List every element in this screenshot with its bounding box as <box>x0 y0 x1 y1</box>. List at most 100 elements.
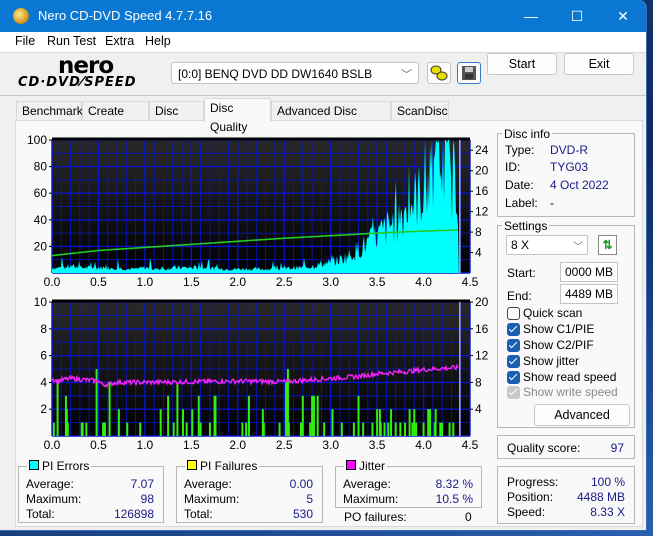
po-failures-value: 0 <box>465 510 472 524</box>
tab-scandisc[interactable]: ScanDisc <box>391 101 449 121</box>
x-tick-label: 0.0 <box>44 275 61 289</box>
nero-logo: nero <box>58 53 114 79</box>
exit-button[interactable]: Exit <box>564 53 634 75</box>
pi-failure-bar <box>309 422 312 436</box>
end-label: End: <box>507 289 532 303</box>
pi-failure-bar <box>167 395 170 436</box>
tab-create-disc[interactable]: Create Disc <box>82 101 149 137</box>
pi-failure-bar <box>452 422 455 436</box>
pi-failure-bar <box>285 382 288 436</box>
pi-failure-bar <box>241 422 244 436</box>
pi-failures-maximum: 5 <box>306 492 313 506</box>
x-tick-label: 2.5 <box>276 438 293 452</box>
pi-failure-bar <box>85 422 88 436</box>
disc-id-label: ID: <box>505 160 521 174</box>
show-read-speed-checkbox[interactable] <box>507 371 520 384</box>
pi-failure-bar <box>301 395 304 436</box>
menu-file[interactable]: File <box>15 34 35 48</box>
show-c2-pif-checkbox[interactable] <box>507 339 520 352</box>
disc-info-group: Disc info Type: DVD-R ID: TYG03 Date: 4 … <box>497 127 635 217</box>
quality-score-group: Quality score: 97 <box>497 435 635 459</box>
refresh-button[interactable]: ⇅ <box>598 235 617 255</box>
show-write-speed-label: Show write speed <box>523 385 618 399</box>
show-c1-pie-checkbox[interactable] <box>507 323 520 336</box>
tab-disc-quality[interactable]: Disc Quality <box>204 98 271 134</box>
maximize-button[interactable]: ☐ <box>554 0 600 32</box>
pi-errors-chart: 0.0 0.5 1.0 1.5 2.0 2.5 3.0 3.5 4.0 4.5 100 80 60 40 2… <box>27 133 489 289</box>
progress-label: Progress: <box>507 475 559 489</box>
x-tick-label: 1.0 <box>137 275 154 289</box>
jitter-maximum-label: Maximum: <box>343 492 399 506</box>
jitter-group: Jitter Average: 8.32 % Maximum: 10.5 % <box>335 459 482 508</box>
pi-failure-bar <box>415 422 418 436</box>
y-left-tick-label: 2 <box>40 402 47 416</box>
settings-title: Settings <box>502 219 550 233</box>
pi-errors-average-label: Average: <box>26 477 74 491</box>
position-value: 4488 MB <box>576 490 625 504</box>
show-c1-pie-label: Show C1/PIE <box>523 322 595 336</box>
save-button[interactable] <box>457 62 481 84</box>
x-tick-label: 4.0 <box>415 438 432 452</box>
y-right-tick-label: 4 <box>475 402 482 416</box>
pi-failure-bar <box>357 395 360 436</box>
jitter-color-swatch <box>346 460 356 470</box>
drive-info-button[interactable] <box>427 62 451 84</box>
end-field[interactable] <box>560 284 618 304</box>
menu-extra[interactable]: Extra <box>105 34 134 48</box>
tab-benchmark[interactable]: Benchmark <box>16 101 83 121</box>
pi-failure-bar <box>262 422 265 436</box>
pi-failure-bar <box>408 409 411 436</box>
speed-select-value: 8 X <box>511 238 530 252</box>
pi-failure-bar <box>422 422 425 436</box>
disc-info-title: Disc info <box>502 127 553 141</box>
pi-failure-bar <box>126 422 129 436</box>
pi-failure-bar <box>429 409 432 436</box>
x-tick-label: 4.5 <box>462 438 479 452</box>
pi-failure-bar <box>439 422 442 436</box>
menu-run-test[interactable]: Run Test <box>47 34 96 48</box>
x-tick-label: 3.0 <box>322 275 339 289</box>
speed-select[interactable]: 8 X ﹀ <box>506 235 588 255</box>
pi-failures-total: 530 <box>292 507 313 521</box>
tab-advanced-disc-quality[interactable]: Advanced Disc Quality <box>271 101 391 137</box>
pi-failure-bar <box>181 409 184 436</box>
menu-help[interactable]: Help <box>145 34 171 48</box>
plot-background <box>52 300 470 436</box>
settings-group: Settings 8 X ﹀ ⇅ Start: End: Quick scan … <box>497 219 635 428</box>
x-tick-label: 0.5 <box>90 438 107 452</box>
y-right-tick-label: 12 <box>475 349 489 363</box>
x-tick-label: 2.5 <box>276 275 293 289</box>
speed-value: 8.33 X <box>590 505 625 519</box>
po-failures-label: PO failures: <box>344 510 407 524</box>
pi-failure-bar <box>387 422 390 436</box>
quick-scan-checkbox[interactable] <box>507 307 520 320</box>
y-right-tick-label: 16 <box>475 184 489 198</box>
show-jitter-checkbox[interactable] <box>507 355 520 368</box>
x-tick-label: 1.5 <box>183 438 200 452</box>
start-button[interactable]: Start <box>487 53 557 75</box>
pi-failure-bar <box>191 409 194 436</box>
y-right-tick-label: 20 <box>475 164 489 178</box>
pi-errors-title: PI Errors <box>42 459 90 473</box>
start-field[interactable] <box>560 262 618 282</box>
pi-failure-bar <box>208 422 211 436</box>
y-left-tick-label: 40 <box>34 213 48 227</box>
pi-errors-average: 7.07 <box>130 477 154 491</box>
show-write-speed-checkbox <box>507 386 520 399</box>
minimize-button[interactable]: — <box>508 0 554 32</box>
close-button[interactable]: ✕ <box>600 0 646 32</box>
quick-scan-label: Quick scan <box>523 306 583 320</box>
y-right-tick-label: 20 <box>475 295 489 309</box>
advanced-button[interactable]: Advanced <box>534 404 630 426</box>
tab-disc-info[interactable]: Disc Info <box>149 101 204 137</box>
jitter-maximum: 10.5 % <box>435 492 473 506</box>
y-right-tick-label: 24 <box>475 143 489 157</box>
drive-select[interactable]: [0:0] BENQ DVD DD DW1640 BSLB ﹀ <box>171 62 419 84</box>
pi-failures-group: PI Failures Average: 0.00 Maximum: 5 Tot… <box>176 459 323 523</box>
refresh-icon: ⇅ <box>602 238 613 252</box>
disc-date: 4 Oct 2022 <box>550 178 609 192</box>
pi-failure-bar <box>427 409 430 436</box>
x-tick-label: 4.5 <box>462 275 479 289</box>
pi-errors-total-label: Total: <box>26 507 55 521</box>
x-tick-label: 0.0 <box>44 438 61 452</box>
